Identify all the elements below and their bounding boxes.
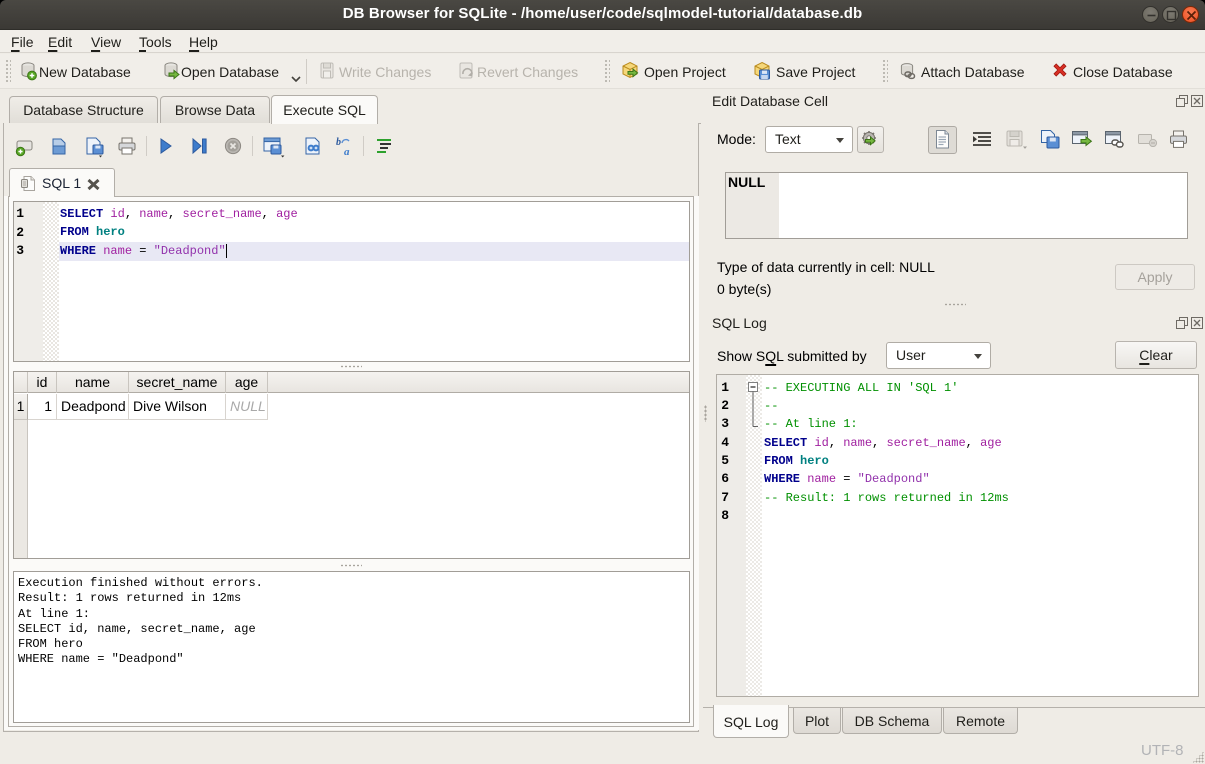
svg-text:b: b [336,137,341,148]
svg-text:a: a [344,146,350,157]
